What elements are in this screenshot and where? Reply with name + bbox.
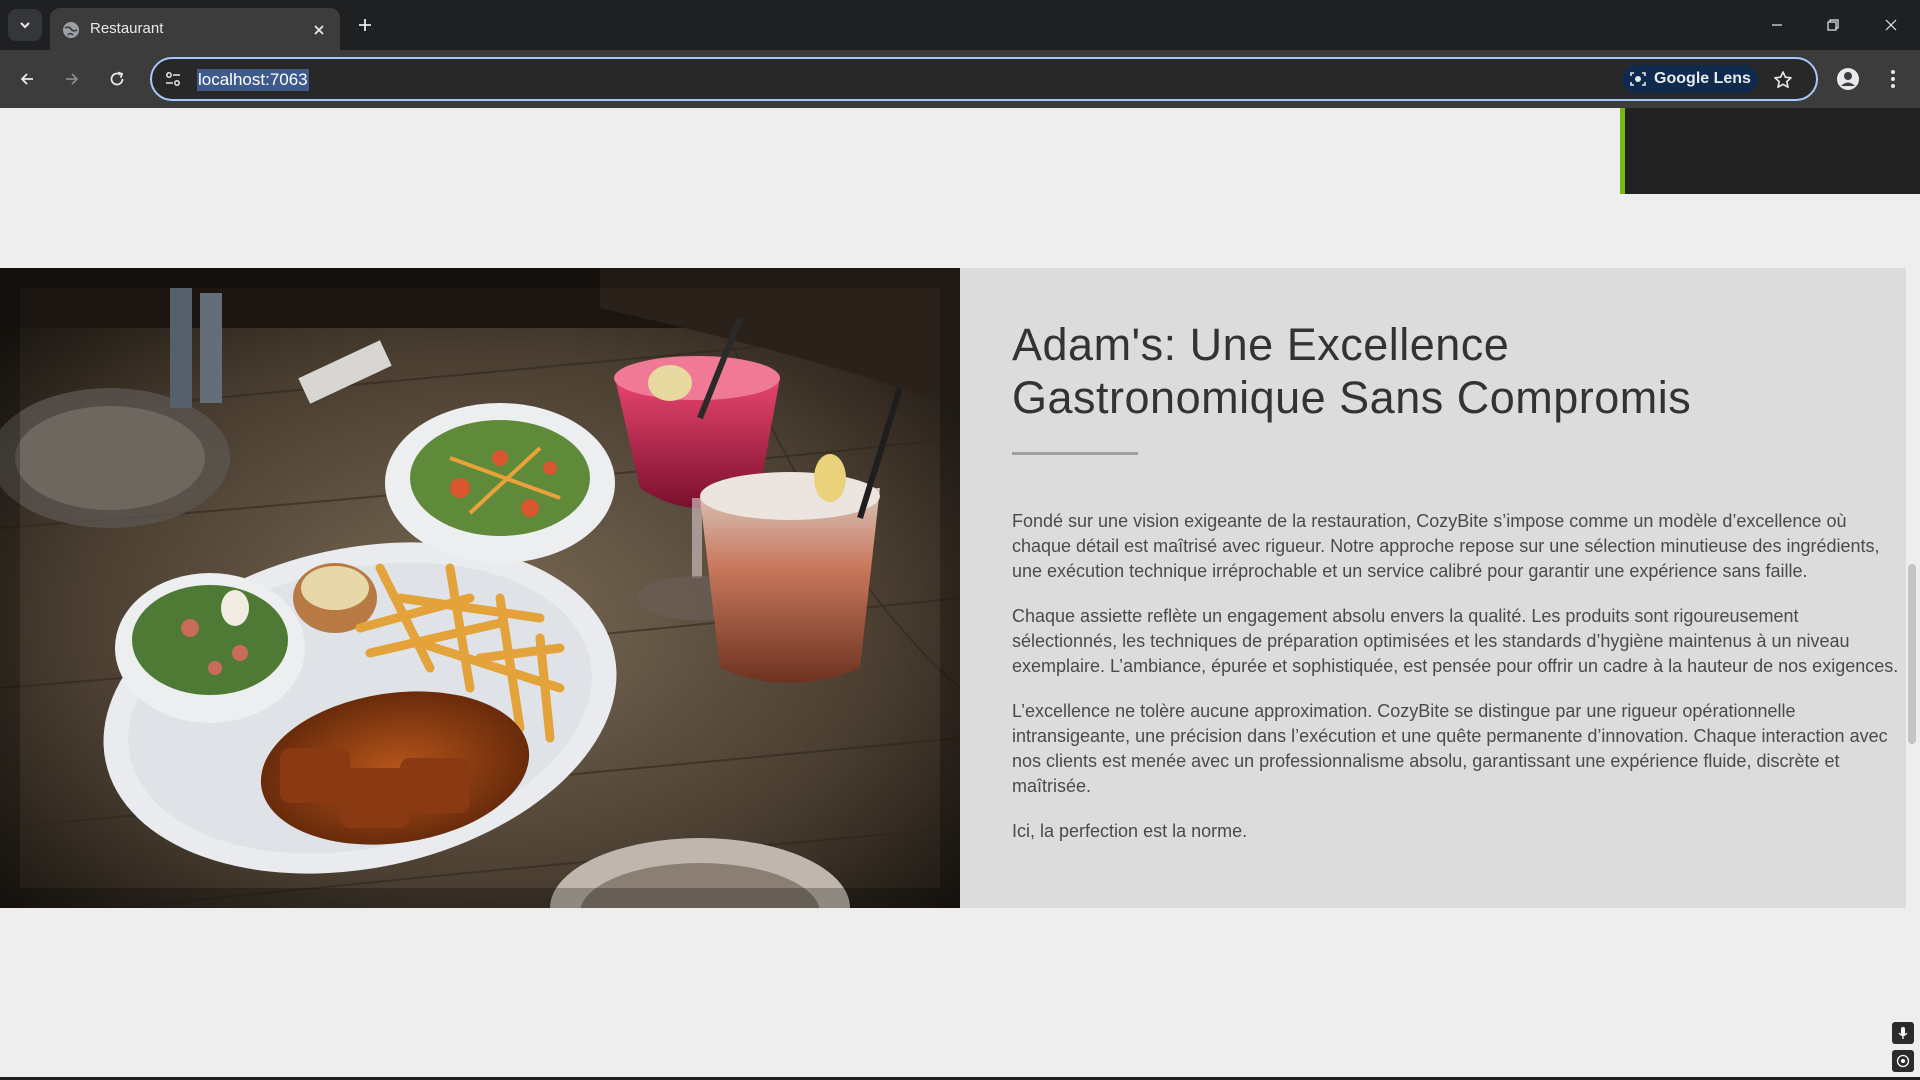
camera-search-icon: [1630, 72, 1646, 86]
target-icon: [1896, 1054, 1910, 1068]
forward-button[interactable]: [55, 62, 89, 96]
tab-title: Restaurant: [90, 20, 164, 37]
microphone-button[interactable]: [1892, 1022, 1914, 1044]
about-paragraph-1: Fondé sur une vision exigeante de la res…: [1012, 511, 1880, 581]
about-paragraph-2: Chaque assiette reflète un engagement ab…: [1012, 606, 1899, 676]
url-text[interactable]: localhost:7063: [197, 69, 309, 91]
about-section: Adam's: Une Excellence Gastronomique San…: [0, 268, 1906, 908]
about-paragraph-4: Ici, la perfection est la norme.: [1012, 821, 1248, 841]
heading-divider: [1012, 452, 1138, 455]
reload-button[interactable]: [100, 62, 134, 96]
about-heading-line-1: Adam's: Une Excellence: [1012, 319, 1510, 370]
address-bar[interactable]: localhost:7063 Google Lens: [150, 57, 1818, 101]
close-window-icon: [1885, 19, 1897, 31]
browser-menu-button[interactable]: [1880, 63, 1906, 95]
minimize-icon: [1772, 24, 1782, 26]
google-lens-button[interactable]: Google Lens: [1622, 65, 1758, 93]
tune-icon: [166, 72, 180, 86]
arrow-right-icon: [66, 73, 79, 85]
person-icon: [1837, 68, 1859, 90]
fixed-corner-panel: [1620, 108, 1920, 194]
minimize-button[interactable]: [1762, 10, 1792, 40]
site-info-button[interactable]: [162, 68, 184, 90]
about-heading-line-2: Gastronomique Sans Compromis: [1012, 372, 1692, 423]
scrollbar-thumb[interactable]: [1908, 564, 1916, 744]
browser-tab-bar: Restaurant: [0, 0, 1920, 50]
close-window-button[interactable]: [1876, 10, 1906, 40]
about-heading: Adam's: Une Excellence Gastronomique San…: [1012, 318, 1902, 424]
back-button[interactable]: [10, 62, 44, 96]
restore-button[interactable]: [1818, 10, 1848, 40]
about-content: Adam's: Une Excellence Gastronomique San…: [1012, 318, 1902, 844]
arrow-left-icon: [20, 73, 33, 85]
three-dots-icon: [1891, 70, 1895, 88]
restore-icon: [1827, 19, 1839, 31]
close-icon[interactable]: [310, 21, 328, 39]
plus-icon: [359, 19, 371, 31]
target-button[interactable]: [1892, 1050, 1914, 1072]
chevron-down-icon: [20, 22, 30, 29]
reload-icon: [110, 71, 124, 86]
bookmark-button[interactable]: [1770, 67, 1796, 93]
microphone-icon: [1898, 1027, 1908, 1039]
new-tab-button[interactable]: [352, 12, 378, 38]
star-icon: [1774, 71, 1792, 88]
restaurant-food-photo: [0, 268, 960, 908]
page-viewport: Adam's: Une Excellence Gastronomique San…: [0, 108, 1920, 1080]
profile-button[interactable]: [1832, 63, 1864, 95]
about-paragraph-3: L’excellence ne tolère aucune approximat…: [1012, 701, 1888, 796]
globe-icon: [62, 21, 80, 39]
browser-toolbar: localhost:7063 Google Lens: [0, 50, 1920, 108]
tab-search-button[interactable]: [8, 9, 42, 41]
active-tab[interactable]: Restaurant: [50, 8, 340, 50]
google-lens-label: Google Lens: [1654, 70, 1751, 87]
